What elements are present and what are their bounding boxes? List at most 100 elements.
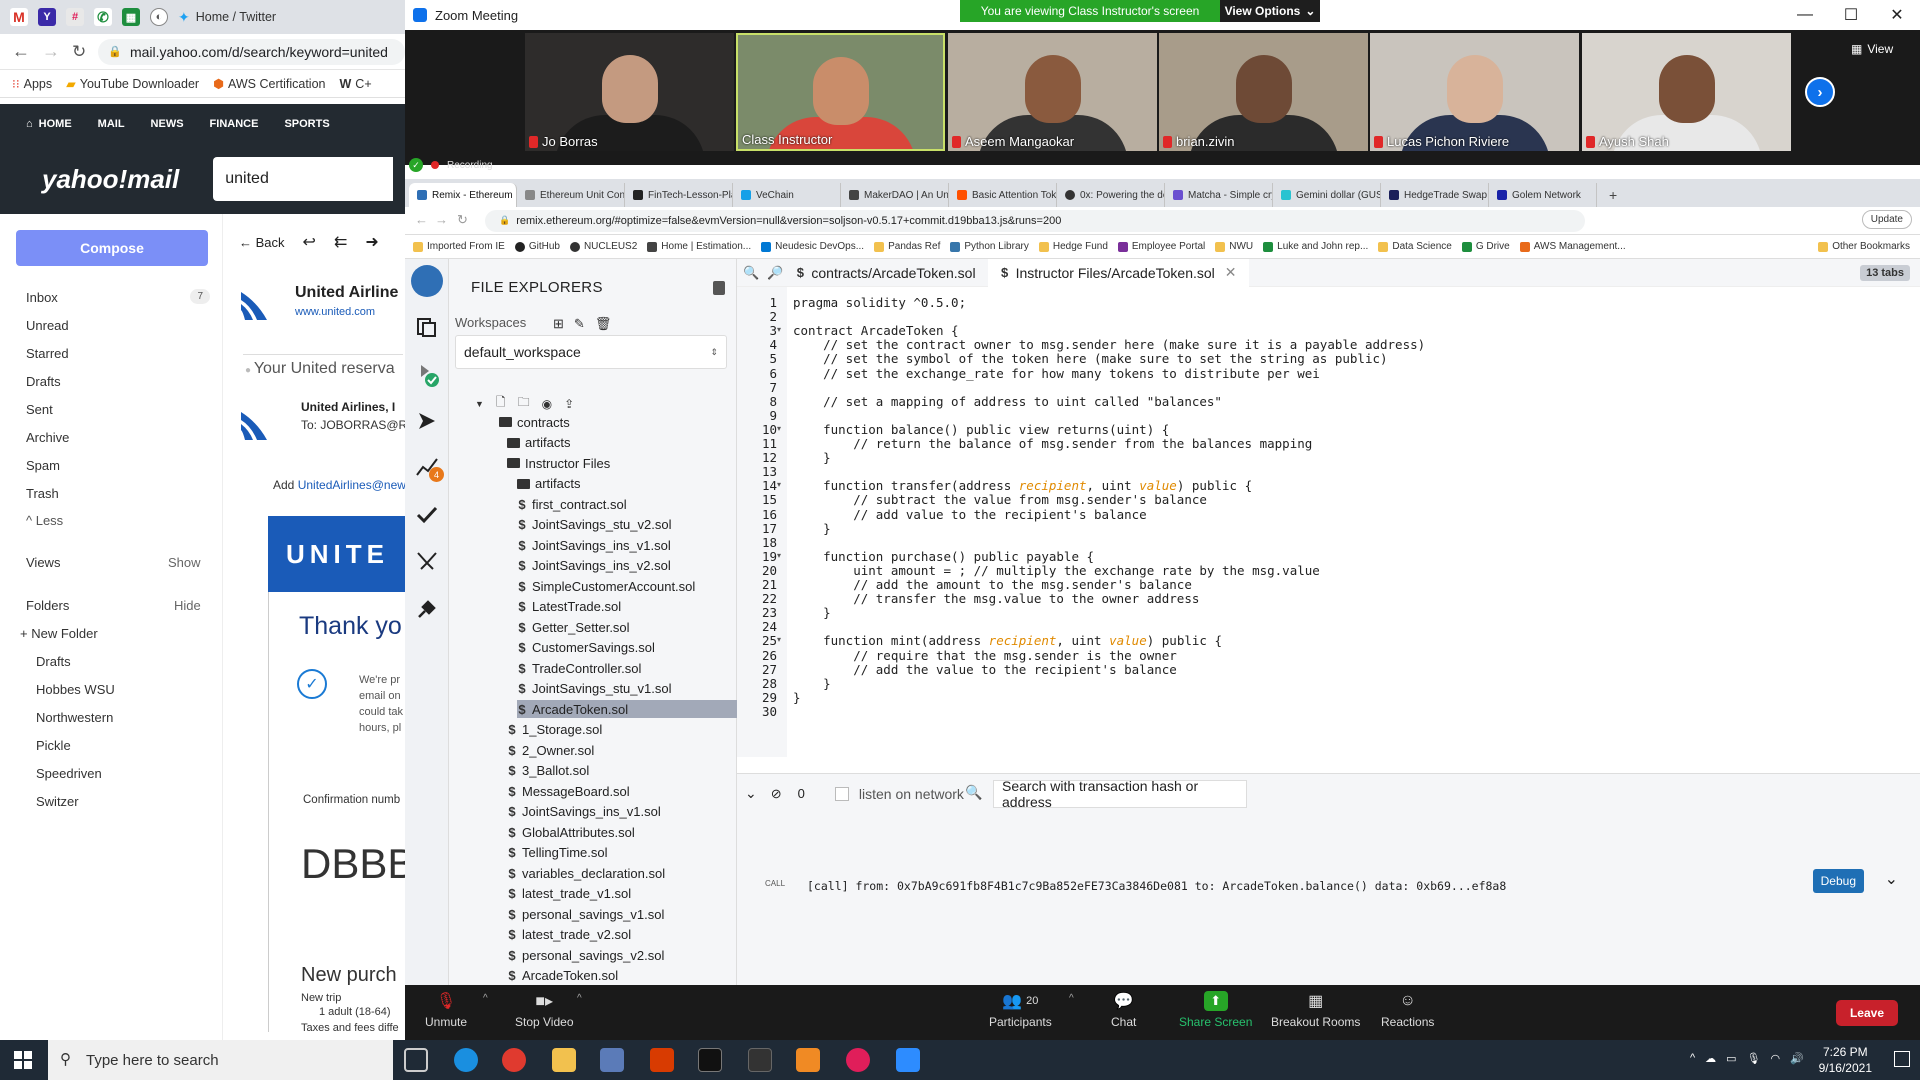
tree-file[interactable]: $2_Owner.sol — [507, 741, 594, 759]
wifi-icon[interactable]: ◠ — [1771, 1052, 1781, 1065]
bookmark-item[interactable]: Pandas Ref — [874, 241, 940, 252]
tab-hedgetrade[interactable]: HedgeTrade Swap — [1381, 183, 1489, 207]
slack-icon[interactable] — [846, 1048, 870, 1072]
tree-file[interactable]: $ CustomerSavings.sol — [517, 639, 654, 657]
tree-file[interactable]: $ latest_trade_v1.sol — [507, 885, 631, 903]
bookmark-item[interactable]: Luke and John rep... — [1263, 241, 1368, 252]
unmute-button[interactable]: 🎙 Unmute — [425, 991, 467, 1029]
folder-trash[interactable]: Trash — [26, 486, 59, 501]
tabs-count-badge[interactable]: 13 tabs — [1860, 265, 1910, 281]
nav-mail[interactable]: MAIL — [98, 118, 125, 130]
cloud-icon[interactable]: ☁ — [1705, 1052, 1716, 1065]
bookmark-item[interactable]: G Drive — [1461, 241, 1510, 252]
tab-gemini[interactable]: Gemini dollar (GUSD) — [1273, 183, 1381, 207]
tab-ethereum-unit[interactable]: Ethereum Unit Conver — [517, 183, 625, 207]
file-explorer-icon[interactable] — [552, 1048, 576, 1072]
url-field[interactable]: 🔒 mail.yahoo.com/d/search/keyword=united — [98, 38, 405, 65]
expand-log-icon[interactable]: ⌄ — [1885, 869, 1898, 889]
workspace-select[interactable]: default_workspace ⇕ — [455, 335, 727, 369]
debug-button[interactable]: Debug — [1812, 869, 1864, 893]
taskbar-search-input[interactable]: ⚲ Type here to search — [48, 1040, 393, 1080]
analytics-icon[interactable]: 4 — [415, 455, 444, 482]
add-workspace-icon[interactable]: ⊞ — [553, 316, 564, 332]
view-options-button[interactable]: View Options ⌄ — [1220, 0, 1320, 22]
folder-unread[interactable]: Unread — [26, 318, 69, 333]
forward-icon[interactable]: ➜ — [365, 232, 378, 252]
tab-bat[interactable]: Basic Attention Token — [949, 183, 1057, 207]
video-tile[interactable]: Lucas Pichon Riviere — [1370, 33, 1579, 151]
reactions-button[interactable]: ☺ Reactions — [1381, 991, 1434, 1029]
view-button[interactable]: ▦ View — [1851, 42, 1893, 56]
tab-matcha[interactable]: Matcha - Simple crypt — [1165, 183, 1273, 207]
bookmark-item[interactable]: NWU — [1215, 241, 1253, 252]
bookmark-apps[interactable]: ⁝⁝ Apps — [12, 77, 52, 91]
tab-fintech[interactable]: FinTech-Lesson-Plans — [625, 183, 733, 207]
bookmark-item[interactable]: GitHub — [514, 241, 560, 252]
bookmark-item[interactable]: Employee Portal — [1117, 241, 1205, 252]
debugger-icon[interactable] — [415, 549, 439, 573]
volume-icon[interactable]: 🔊 — [1790, 1052, 1804, 1065]
video-tile[interactable]: Jo Borras — [525, 33, 734, 151]
tab-vechain[interactable]: VeChain — [733, 183, 841, 207]
tree-file[interactable]: $ first_contract.sol — [517, 495, 626, 513]
tree-folder[interactable]: artifacts — [517, 475, 581, 493]
tree-file[interactable]: $ latest_trade_v2.sol — [507, 926, 631, 944]
tree-file[interactable]: $ TradeController.sol — [517, 659, 641, 677]
calculator-icon[interactable] — [600, 1048, 624, 1072]
windows-start-icon[interactable] — [14, 1051, 32, 1069]
reply-icon[interactable]: ↩ — [303, 232, 316, 252]
editor-tab-active[interactable]: $ Instructor Files/ArcadeToken.sol ✕ — [987, 258, 1249, 287]
phone-icon[interactable]: ✆ — [94, 8, 112, 26]
next-page-button[interactable]: › — [1805, 77, 1835, 107]
collapse-terminal-icon[interactable]: ⌄ — [745, 785, 757, 802]
nav-news[interactable]: NEWS — [151, 118, 184, 130]
network-icon[interactable]: ▭ — [1726, 1052, 1736, 1065]
new-tab-plus-icon[interactable]: + — [1609, 187, 1617, 203]
custom-folder[interactable]: Speedriven — [36, 766, 102, 781]
video-tile[interactable]: brian.zivin — [1159, 33, 1368, 151]
custom-folder[interactable]: Pickle — [36, 738, 71, 753]
bookmark-item[interactable]: Imported From IE — [413, 241, 505, 252]
close-icon[interactable]: ✕ — [1874, 0, 1920, 30]
breakout-rooms-button[interactable]: ▦ Breakout Rooms — [1271, 991, 1360, 1029]
github-gist-icon[interactable]: ◉ — [542, 397, 552, 411]
tree-file[interactable]: $ JointSavings_stu_v1.sol — [517, 680, 671, 698]
caret-down-icon[interactable]: ▼ — [475, 399, 484, 409]
maximize-icon[interactable]: ☐ — [1828, 0, 1874, 30]
audio-options-caret-icon[interactable]: ^ — [483, 993, 488, 1004]
transaction-search-input[interactable]: Search with transaction hash or address — [993, 778, 1247, 810]
less-toggle[interactable]: ^ Less — [26, 513, 63, 528]
tree-file[interactable]: $ variables_declaration.sol — [507, 864, 665, 882]
new-folder-icon[interactable]: 🗀 — [518, 393, 530, 414]
zoom-out-icon[interactable]: 🔍 — [743, 265, 759, 281]
tree-file[interactable]: $ JointSavings_stu_v2.sol — [517, 516, 671, 534]
tree-file[interactable]: $ JointSavings_ins_v1.sol — [507, 803, 660, 821]
bookmark-item[interactable]: NUCLEUS2 — [569, 241, 637, 252]
solidity-compiler-icon[interactable] — [415, 363, 439, 387]
sender-url[interactable]: www.united.com — [295, 306, 375, 318]
deploy-run-icon[interactable] — [415, 409, 439, 433]
remix-url-field[interactable]: 🔒 remix.ethereum.org/#optimize=false&evmV… — [485, 209, 1585, 232]
participants-button[interactable]: 👥 20 Participants — [989, 991, 1052, 1029]
forward-arrow-icon[interactable]: → — [435, 212, 448, 227]
nav-home[interactable]: ⌂ HOME — [26, 118, 72, 130]
yahoo-mail-logo[interactable]: yahoo!mail — [42, 164, 179, 195]
bookmark-item[interactable]: Python Library — [950, 241, 1029, 252]
task-view-icon[interactable] — [404, 1048, 428, 1072]
microphone-icon[interactable]: 🎙 — [1747, 1052, 1761, 1065]
video-options-caret-icon[interactable]: ^ — [577, 993, 582, 1004]
window-icon[interactable] — [748, 1048, 772, 1072]
upload-icon[interactable]: ⇪ — [564, 397, 574, 411]
sublime-text-icon[interactable] — [796, 1048, 820, 1072]
folder-inbox[interactable]: Inbox 7 — [26, 289, 210, 305]
bookmark-youtube-downloader[interactable]: ▰ YouTube Downloader — [66, 76, 199, 92]
forward-arrow-icon[interactable]: → — [42, 41, 60, 62]
gmail-icon[interactable]: M — [10, 8, 28, 26]
site-icon[interactable]: ◐ — [150, 8, 168, 26]
notifications-icon[interactable] — [1894, 1051, 1910, 1067]
tree-file[interactable]: $ SimpleCustomerAccount.sol — [517, 577, 695, 595]
chrome-icon[interactable] — [502, 1048, 526, 1072]
test-checklist-icon[interactable] — [415, 503, 439, 527]
folders-hide-button[interactable]: Hide — [174, 598, 201, 613]
chat-button[interactable]: 💬 Chat — [1111, 991, 1136, 1029]
